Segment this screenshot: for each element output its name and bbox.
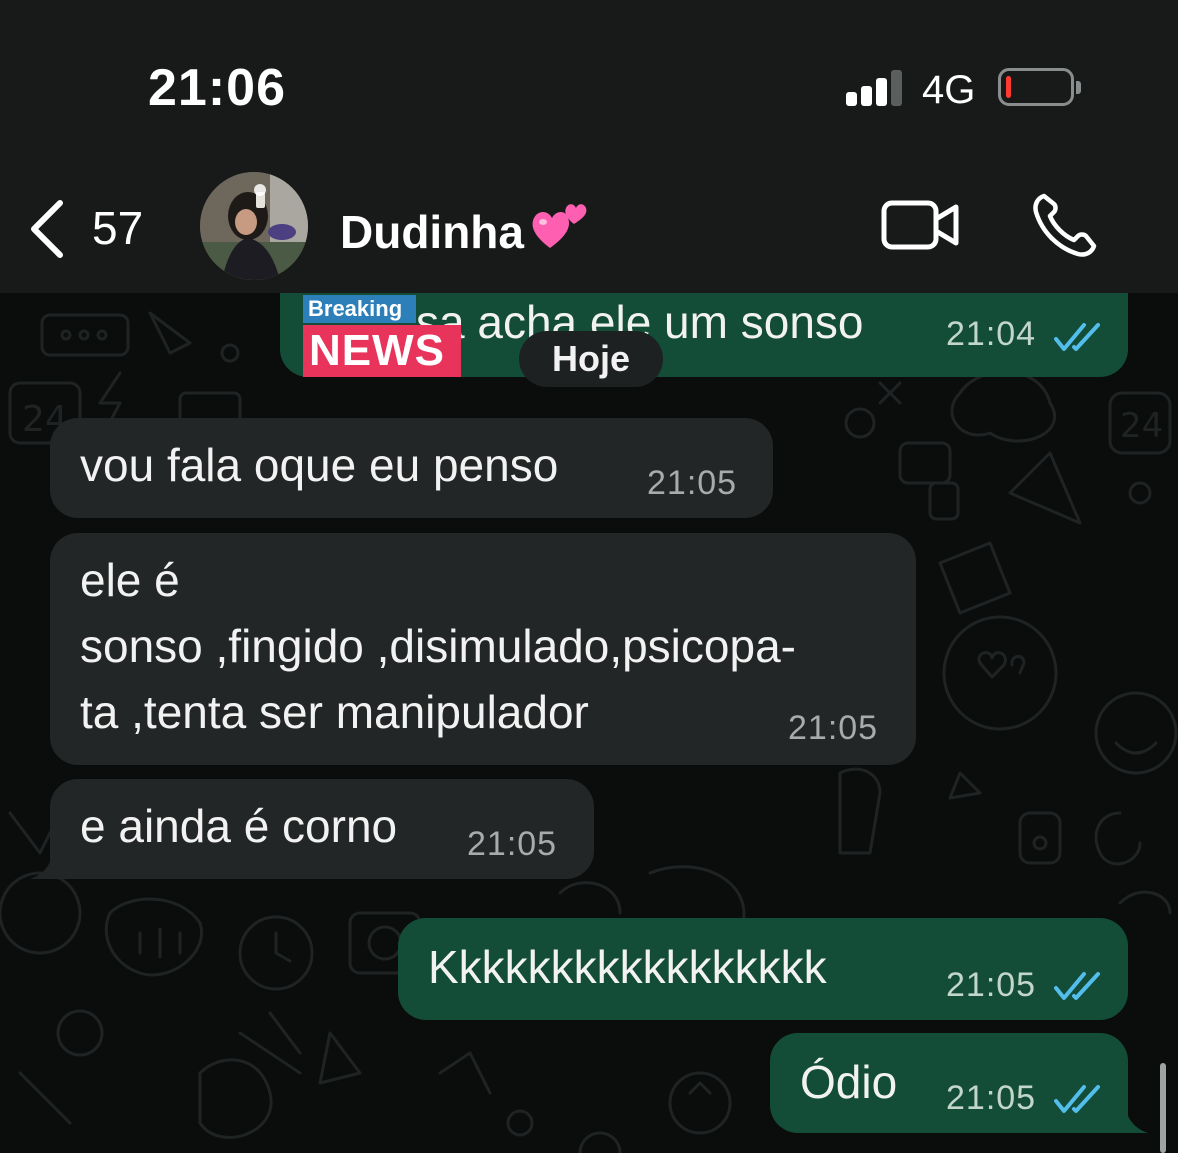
message-bubble-outgoing[interactable]: Ódio 21:05 — [770, 1033, 1128, 1133]
svg-text:24: 24 — [1120, 406, 1163, 446]
message-text: Kkkkkkkkkkkkkkkkk — [428, 941, 827, 993]
message-line: ele é — [80, 554, 180, 606]
date-separator: Hoje — [519, 331, 663, 387]
contact-name-text: Dudinha — [340, 205, 524, 258]
avatar[interactable] — [200, 172, 308, 280]
message-time: 21:05 — [788, 709, 879, 747]
unread-count: 57 — [92, 202, 144, 254]
message-bubble-incoming[interactable]: e ainda é corno 21:05 — [50, 779, 594, 879]
message-text: vou fala oque eu penso — [80, 439, 559, 491]
message-time: 21:04 — [946, 315, 1037, 353]
message-text: e ainda é corno — [80, 800, 398, 852]
message-bubble-incoming[interactable]: vou fala oque eu penso 21:05 — [50, 418, 773, 518]
status-time: 21:06 — [148, 59, 286, 117]
message-line: ta ,tenta ser manipulador — [80, 686, 589, 738]
double-check-icon — [1054, 1085, 1100, 1113]
message-bubble-outgoing[interactable]: Kkkkkkkkkkkkkkkkk 21:05 — [398, 918, 1128, 1020]
video-camera-icon — [881, 200, 959, 250]
breaking-news-sticker: Breaking NEWS — [303, 293, 463, 377]
battery-level — [1006, 76, 1011, 98]
back-button[interactable]: 57 — [22, 195, 162, 259]
sticker-bottom-text: NEWS — [303, 325, 461, 377]
chat-area[interactable]: 24 24 sa acha ele um sonso 21:04 Breakin… — [0, 293, 1178, 1153]
double-check-icon — [1054, 972, 1100, 1000]
two-hearts-icon — [530, 198, 588, 265]
sticker-top-text: Breaking — [303, 295, 416, 323]
message-bubble-incoming[interactable]: ele é sonso ,fingido ,disimulado,psicopa… — [50, 533, 916, 765]
battery-icon — [998, 68, 1081, 106]
profile-photo — [200, 172, 308, 280]
message-text: Ódio — [800, 1056, 898, 1108]
status-bar: 21:06 4G — [0, 0, 1178, 150]
message-text: ele é sonso ,fingido ,disimulado,psicopa… — [80, 547, 796, 745]
phone-icon — [1033, 193, 1097, 257]
double-check-icon — [1054, 323, 1100, 351]
scrollbar[interactable] — [1160, 1063, 1166, 1153]
signal-strength-icon — [846, 70, 906, 106]
message-line: sonso ,fingido ,disimulado,psicopa- — [80, 620, 796, 672]
message-time: 21:05 — [946, 966, 1037, 1004]
video-call-button[interactable] — [880, 195, 962, 255]
message-time: 21:05 — [467, 825, 558, 863]
contact-name[interactable]: Dudinha — [340, 198, 588, 265]
chat-header: 57 Dudinha — [0, 150, 1178, 293]
message-time: 21:05 — [647, 464, 738, 502]
voice-call-button[interactable] — [1030, 190, 1100, 260]
network-type: 4G — [922, 68, 976, 112]
chevron-left-icon — [31, 200, 63, 258]
message-time: 21:05 — [946, 1079, 1037, 1117]
